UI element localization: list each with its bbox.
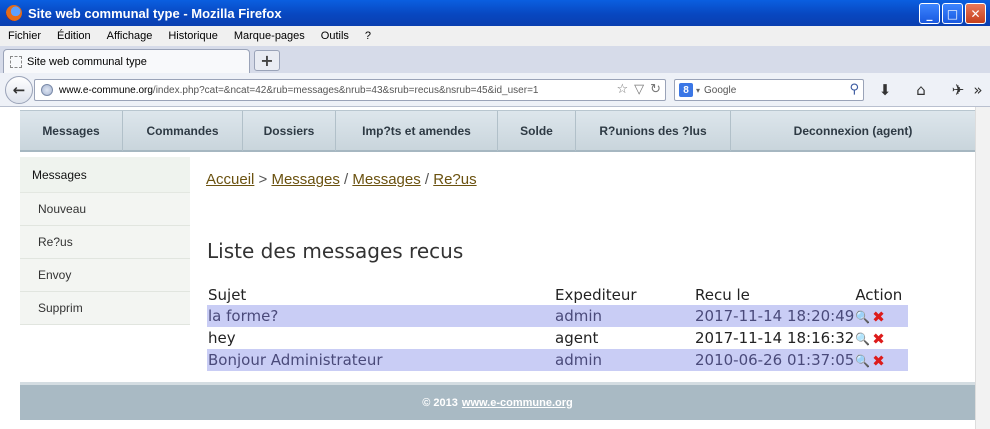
column-header-action: Action — [855, 285, 903, 304]
address-bar[interactable]: www.e-commune.org/index.php?cat=&ncat=42… — [34, 79, 666, 101]
messages-table: Sujet Expediteur Recu le Action la forme… — [207, 284, 909, 371]
table-row[interactable]: hey agent 2017-11-14 18:16:32 🔍 ✖ — [207, 327, 908, 349]
menu-outils[interactable]: Outils — [313, 30, 357, 42]
menu-marque-pages[interactable]: Marque-pages — [226, 30, 313, 42]
delete-icon[interactable]: ✖ — [872, 330, 885, 348]
message-subject[interactable]: hey — [207, 327, 554, 349]
dropdown-icon[interactable]: ▽ — [634, 82, 644, 97]
table-row[interactable]: la forme? admin 2017-11-14 18:20:49 🔍 ✖ — [207, 305, 909, 327]
menu-fichier[interactable]: Fichier — [0, 30, 49, 42]
tab-title: Site web communal type — [27, 55, 147, 68]
message-date: 2017-11-14 18:16:32 — [695, 329, 855, 347]
search-icon[interactable]: ⚲ — [849, 82, 859, 97]
minimize-button[interactable]: _ — [919, 3, 940, 24]
view-magnifier-icon[interactable]: 🔍 — [855, 332, 870, 346]
home-icon[interactable]: ⌂ — [911, 80, 931, 100]
breadcrumb-separator: / — [424, 171, 430, 188]
column-header-received: Recu le — [695, 285, 750, 304]
left-menu-item-supprimes[interactable]: Supprim — [20, 292, 190, 325]
column-header-sender: Expediteur — [555, 285, 637, 304]
maximize-button[interactable]: □ — [942, 3, 963, 24]
menu-historique[interactable]: Historique — [160, 30, 226, 42]
breadcrumb: Accueil > Messages / Messages / Re?us — [206, 171, 477, 188]
message-sender: agent — [555, 329, 599, 347]
chevron-right-icon[interactable]: » — [968, 80, 988, 100]
page-favicon-icon — [10, 55, 22, 68]
message-subject[interactable]: la forme? — [207, 305, 554, 327]
breadcrumb-messages-link[interactable]: Messages — [271, 171, 339, 188]
engine-dropdown-icon[interactable]: ▾ — [696, 86, 700, 95]
google-engine-icon[interactable]: 8 — [679, 83, 693, 97]
top-nav-item[interactable]: Dossiers — [243, 111, 336, 151]
left-menu-item-envoyes[interactable]: Envoy — [20, 259, 190, 292]
column-header-subject: Sujet — [208, 285, 247, 304]
menu-help[interactable]: ? — [357, 30, 379, 42]
menu-bar: Fichier Édition Affichage Historique Mar… — [0, 26, 990, 46]
bookmark-star-icon[interactable]: ☆ — [616, 82, 628, 97]
breadcrumb-separator: > — [258, 171, 268, 188]
message-sender: admin — [554, 305, 694, 327]
top-nav-item[interactable]: R?unions des ?lus — [576, 111, 731, 151]
page-footer: © 2013 www.e-commune.org — [20, 382, 975, 420]
search-box[interactable]: 8 ▾ Google ⚲ — [674, 79, 864, 101]
delete-icon[interactable]: ✖ — [872, 308, 885, 326]
breadcrumb-separator: / — [344, 171, 349, 188]
page-title: Liste des messages recus — [207, 239, 464, 263]
top-nav-item[interactable]: Deconnexion (agent) — [731, 111, 975, 151]
left-menu-heading: Messages — [20, 157, 190, 193]
footer-copyright: © 2013 — [422, 396, 458, 409]
message-date: 2010-06-26 01:37:05 — [694, 349, 855, 371]
left-menu: Messages Nouveau Re?us Envoy Supprim — [20, 157, 190, 325]
top-nav-item[interactable]: Solde — [498, 111, 576, 151]
firefox-logo-icon — [6, 5, 22, 21]
tab-bar: Site web communal type + — [0, 46, 990, 73]
window-titlebar: Site web communal type - Mozilla Firefox… — [0, 0, 990, 26]
addon-icon[interactable]: ✈ — [948, 80, 968, 100]
web-page: Messages Commandes Dossiers Imp?ts et amend… — [20, 110, 975, 429]
menu-affichage[interactable]: Affichage — [99, 30, 161, 42]
table-row[interactable]: Bonjour Administrateur admin 2010-06-26 … — [207, 349, 909, 371]
url-host: www.e-commune.org — [59, 84, 153, 96]
table-header-row: Sujet Expediteur Recu le Action — [207, 284, 908, 305]
back-button[interactable]: ← — [5, 76, 33, 104]
menu-edition[interactable]: Édition — [49, 30, 99, 42]
window-title: Site web communal type - Mozilla Firefox — [28, 5, 282, 21]
navigation-bar: ← www.e-commune.org/index.php?cat=&ncat=… — [0, 73, 990, 107]
message-sender: admin — [554, 349, 694, 371]
left-menu-item-nouveau[interactable]: Nouveau — [20, 193, 190, 226]
new-tab-button[interactable]: + — [254, 50, 280, 71]
view-magnifier-icon[interactable]: 🔍 — [855, 354, 870, 368]
download-icon[interactable]: ⬇ — [875, 80, 895, 100]
top-nav-item[interactable]: Messages — [20, 111, 123, 151]
vertical-scrollbar[interactable] — [975, 107, 990, 429]
globe-icon — [41, 84, 53, 96]
top-nav-item[interactable]: Commandes — [123, 111, 243, 151]
breadcrumb-messages-sub-link[interactable]: Messages — [352, 171, 420, 188]
left-menu-item-recus[interactable]: Re?us — [20, 226, 190, 259]
browser-tab[interactable]: Site web communal type — [3, 49, 250, 73]
message-subject[interactable]: Bonjour Administrateur — [207, 349, 554, 371]
footer-link[interactable]: www.e-commune.org — [462, 397, 573, 409]
breadcrumb-home-link[interactable]: Accueil — [206, 171, 254, 188]
breadcrumb-recus-link[interactable]: Re?us — [433, 171, 476, 188]
reload-icon[interactable]: ↻ — [650, 82, 661, 97]
close-button[interactable]: ✕ — [965, 3, 986, 24]
delete-icon[interactable]: ✖ — [872, 352, 885, 370]
message-date: 2017-11-14 18:20:49 — [694, 305, 855, 327]
url-path: /index.php?cat=&ncat=42&rub=messages&nru… — [152, 84, 539, 96]
view-magnifier-icon[interactable]: 🔍 — [855, 310, 870, 324]
top-navigation: Messages Commandes Dossiers Imp?ts et amend… — [20, 110, 975, 152]
search-placeholder: Google — [704, 84, 737, 96]
top-nav-item[interactable]: Imp?ts et amendes — [336, 111, 498, 151]
